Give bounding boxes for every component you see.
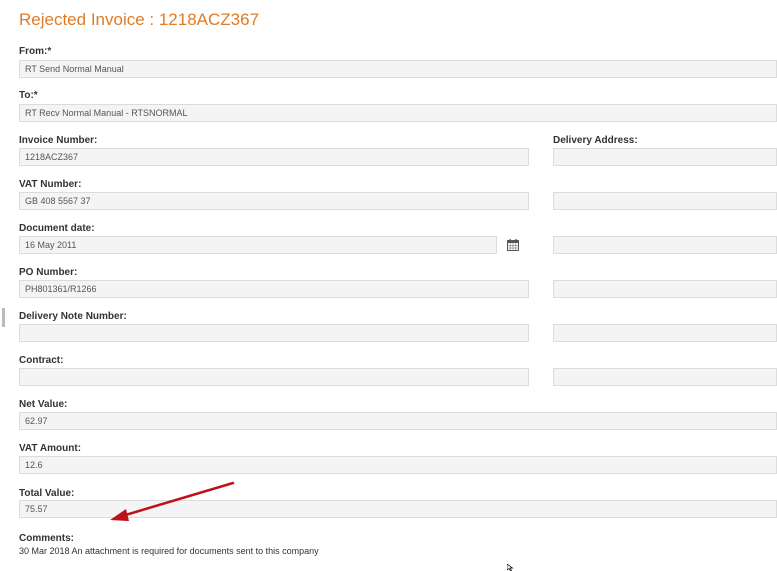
mouse-cursor-icon [507, 564, 514, 571]
annotation-arrow [110, 481, 235, 521]
